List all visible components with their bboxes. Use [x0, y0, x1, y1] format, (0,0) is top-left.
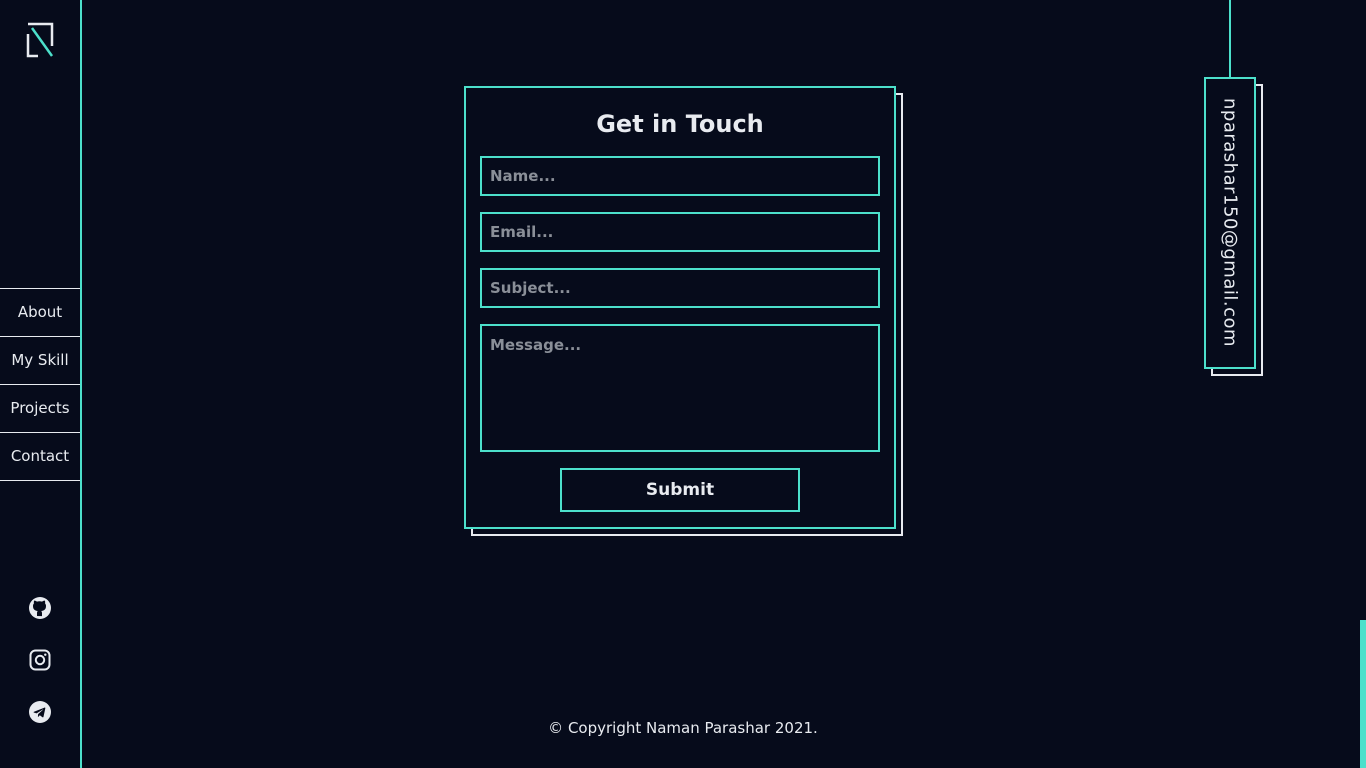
- logo-icon[interactable]: [24, 22, 56, 58]
- instagram-icon[interactable]: [28, 648, 52, 672]
- name-input[interactable]: [480, 156, 880, 196]
- message-textarea[interactable]: [480, 324, 880, 452]
- submit-button[interactable]: Submit: [560, 468, 800, 512]
- sidebar: About My Skill Projects Contact: [0, 0, 82, 768]
- social-links: [0, 596, 80, 752]
- email-tag[interactable]: nparashar150@gmail.com: [1204, 77, 1256, 369]
- github-icon[interactable]: [28, 596, 52, 620]
- email-input[interactable]: [480, 212, 880, 252]
- main-nav: About My Skill Projects Contact: [0, 288, 80, 481]
- subject-input[interactable]: [480, 268, 880, 308]
- telegram-icon[interactable]: [28, 700, 52, 724]
- email-hanger-line: [1229, 0, 1231, 78]
- form-title: Get in Touch: [596, 110, 764, 138]
- nav-item-my-skill[interactable]: My Skill: [0, 337, 80, 385]
- nav-item-about[interactable]: About: [0, 289, 80, 337]
- email-link[interactable]: nparashar150@gmail.com: [1220, 98, 1241, 347]
- nav-item-contact[interactable]: Contact: [0, 433, 80, 481]
- scroll-indicator: [1360, 620, 1366, 768]
- nav-item-projects[interactable]: Projects: [0, 385, 80, 433]
- footer-copyright: © Copyright Naman Parashar 2021.: [548, 719, 818, 737]
- contact-form: Get in Touch Submit: [464, 86, 896, 529]
